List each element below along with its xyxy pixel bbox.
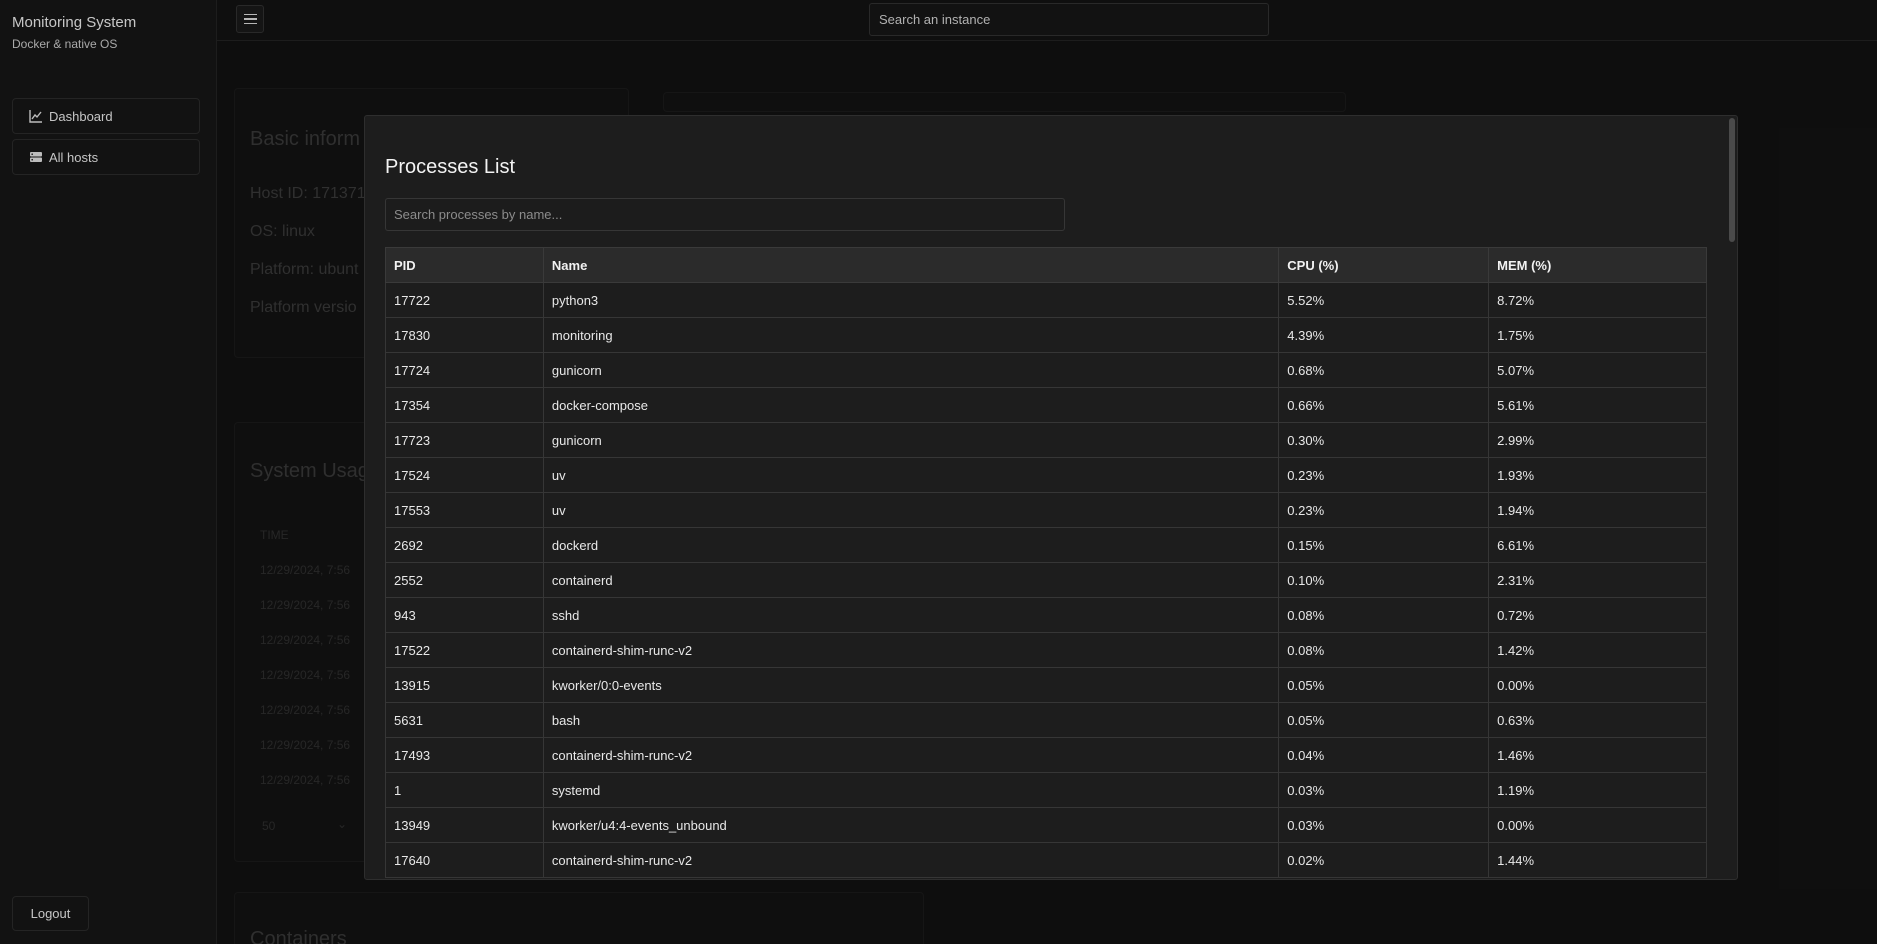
cell-pid: 13915 — [385, 667, 544, 703]
cell-name: containerd — [542, 562, 1280, 598]
table-row[interactable]: 17354 docker-compose 0.66% 5.61% — [385, 387, 1707, 423]
processes-table-body: 17722 python3 5.52% 8.72% 17830 monitoring 4.3… — [385, 282, 1707, 878]
cell-name: systemd — [542, 772, 1280, 808]
cell-pid: 2692 — [385, 527, 544, 563]
cell-name: python3 — [542, 282, 1280, 318]
table-row[interactable]: 2552 containerd 0.10% 2.31% — [385, 562, 1707, 598]
cell-mem: 0.00% — [1488, 807, 1707, 843]
cell-pid: 1 — [385, 772, 544, 808]
cell-name: kworker/u4:4-events_unbound — [542, 807, 1280, 843]
cell-pid: 17722 — [385, 282, 544, 318]
cell-pid: 17723 — [385, 422, 544, 458]
table-row[interactable]: 17524 uv 0.23% 1.93% — [385, 457, 1707, 493]
table-row[interactable]: 13949 kworker/u4:4-events_unbound 0.03% 0.0… — [385, 807, 1707, 843]
cell-pid: 5631 — [385, 702, 544, 738]
cell-cpu: 4.39% — [1278, 317, 1490, 353]
cell-mem: 8.72% — [1488, 282, 1707, 318]
cell-name: sshd — [542, 597, 1280, 633]
cell-mem: 1.44% — [1488, 842, 1707, 878]
cell-name: docker-compose — [542, 387, 1280, 423]
cell-name: containerd-shim-runc-v2 — [542, 632, 1280, 668]
cell-name: monitoring — [542, 317, 1280, 353]
table-header-row: PID Name CPU (%) MEM (%) — [385, 247, 1707, 283]
cell-name: kworker/0:0-events — [542, 667, 1280, 703]
cell-pid: 17640 — [385, 842, 544, 878]
cell-name: uv — [542, 492, 1280, 528]
cell-mem: 0.63% — [1488, 702, 1707, 738]
cell-mem: 1.46% — [1488, 737, 1707, 773]
cell-pid: 13949 — [385, 807, 544, 843]
cell-mem: 6.61% — [1488, 527, 1707, 563]
cell-cpu: 0.03% — [1278, 772, 1490, 808]
table-row[interactable]: 17522 containerd-shim-runc-v2 0.08% 1.42% — [385, 632, 1707, 668]
cell-pid: 17553 — [385, 492, 544, 528]
table-row[interactable]: 17723 gunicorn 0.30% 2.99% — [385, 422, 1707, 458]
cell-cpu: 0.08% — [1278, 597, 1490, 633]
cell-mem: 1.94% — [1488, 492, 1707, 528]
table-row[interactable]: 2692 dockerd 0.15% 6.61% — [385, 527, 1707, 563]
cell-cpu: 0.05% — [1278, 702, 1490, 738]
table-row[interactable]: 943 sshd 0.08% 0.72% — [385, 597, 1707, 633]
table-row[interactable]: 17724 gunicorn 0.68% 5.07% — [385, 352, 1707, 388]
process-search-input[interactable] — [385, 198, 1065, 231]
cell-cpu: 0.68% — [1278, 352, 1490, 388]
cell-mem: 2.31% — [1488, 562, 1707, 598]
cell-name: dockerd — [542, 527, 1280, 563]
cell-mem: 5.07% — [1488, 352, 1707, 388]
cell-mem: 1.75% — [1488, 317, 1707, 353]
processes-table: PID Name CPU (%) MEM (%) 17722 python3 5.5… — [385, 247, 1707, 878]
cell-cpu: 0.10% — [1278, 562, 1490, 598]
cell-mem: 1.42% — [1488, 632, 1707, 668]
cell-mem: 2.99% — [1488, 422, 1707, 458]
processes-modal: Processes List PID Name CPU (%) MEM (%) … — [364, 115, 1738, 880]
modal-scrollbar[interactable] — [1729, 118, 1735, 242]
cell-pid: 17522 — [385, 632, 544, 668]
cell-name: bash — [542, 702, 1280, 738]
table-row[interactable]: 5631 bash 0.05% 0.63% — [385, 702, 1707, 738]
cell-cpu: 0.66% — [1278, 387, 1490, 423]
cell-cpu: 0.23% — [1278, 457, 1490, 493]
modal-title: Processes List — [385, 156, 516, 178]
cell-pid: 17724 — [385, 352, 544, 388]
cell-pid: 17524 — [385, 457, 544, 493]
cell-pid: 943 — [385, 597, 544, 633]
table-row[interactable]: 17640 containerd-shim-runc-v2 0.02% 1.44% — [385, 842, 1707, 878]
cell-mem: 0.72% — [1488, 597, 1707, 633]
cell-mem: 5.61% — [1488, 387, 1707, 423]
cell-mem: 1.93% — [1488, 457, 1707, 493]
cell-mem: 0.00% — [1488, 667, 1707, 703]
cell-name: gunicorn — [542, 422, 1280, 458]
cell-name: uv — [542, 457, 1280, 493]
cell-cpu: 5.52% — [1278, 282, 1490, 318]
cell-cpu: 0.02% — [1278, 842, 1490, 878]
table-row[interactable]: 1 systemd 0.03% 1.19% — [385, 772, 1707, 808]
column-header-mem[interactable]: MEM (%) — [1488, 247, 1707, 283]
cell-name: gunicorn — [542, 352, 1280, 388]
cell-name: containerd-shim-runc-v2 — [542, 737, 1280, 773]
cell-cpu: 0.15% — [1278, 527, 1490, 563]
cell-cpu: 0.03% — [1278, 807, 1490, 843]
cell-cpu: 0.23% — [1278, 492, 1490, 528]
cell-pid: 17830 — [385, 317, 544, 353]
table-row[interactable]: 17493 containerd-shim-runc-v2 0.04% 1.46% — [385, 737, 1707, 773]
table-row[interactable]: 17553 uv 0.23% 1.94% — [385, 492, 1707, 528]
column-header-name[interactable]: Name — [542, 247, 1280, 283]
cell-pid: 17354 — [385, 387, 544, 423]
cell-name: containerd-shim-runc-v2 — [542, 842, 1280, 878]
cell-cpu: 0.05% — [1278, 667, 1490, 703]
column-header-pid[interactable]: PID — [385, 247, 544, 283]
table-row[interactable]: 17830 monitoring 4.39% 1.75% — [385, 317, 1707, 353]
cell-pid: 2552 — [385, 562, 544, 598]
column-header-cpu[interactable]: CPU (%) — [1278, 247, 1490, 283]
table-row[interactable]: 13915 kworker/0:0-events 0.05% 0.00% — [385, 667, 1707, 703]
cell-cpu: 0.30% — [1278, 422, 1490, 458]
cell-pid: 17493 — [385, 737, 544, 773]
table-row[interactable]: 17722 python3 5.52% 8.72% — [385, 282, 1707, 318]
cell-cpu: 0.04% — [1278, 737, 1490, 773]
cell-cpu: 0.08% — [1278, 632, 1490, 668]
cell-mem: 1.19% — [1488, 772, 1707, 808]
